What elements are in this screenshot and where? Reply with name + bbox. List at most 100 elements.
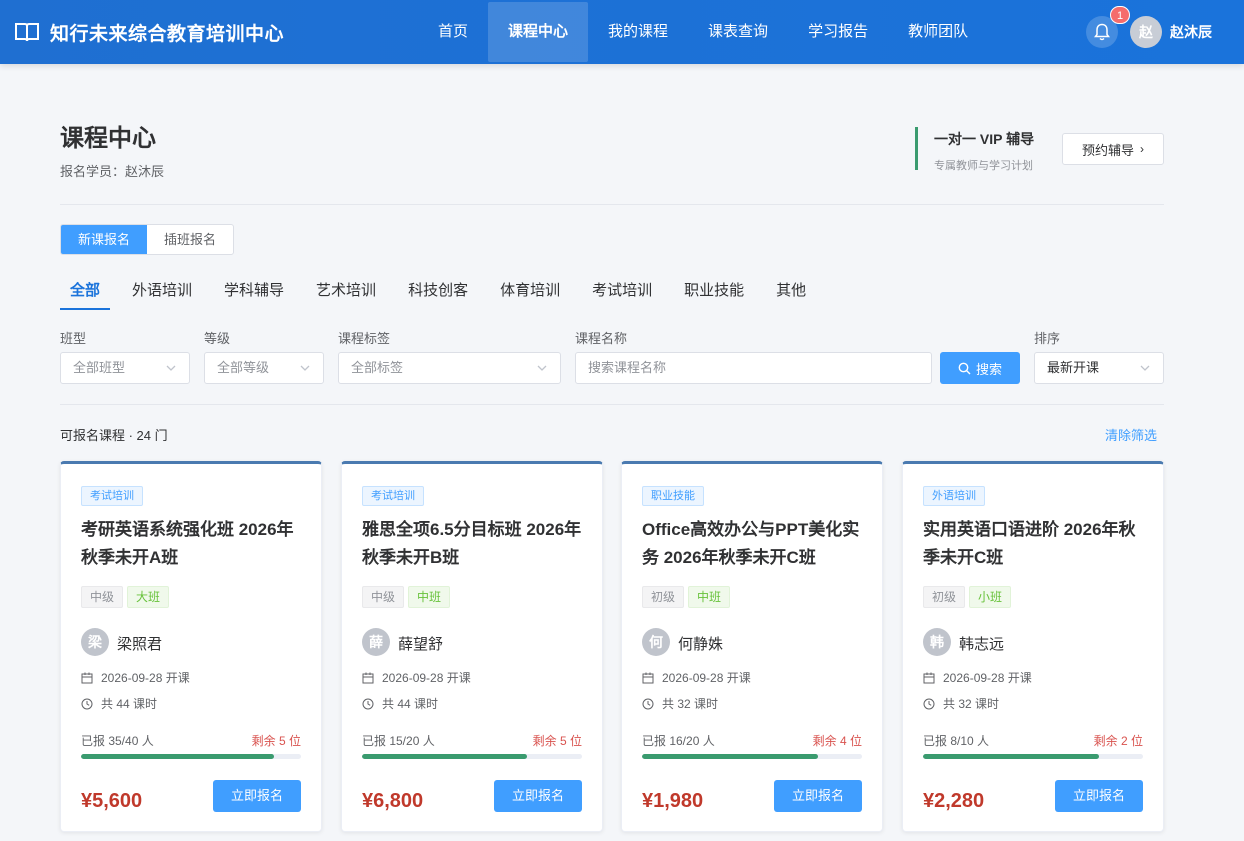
course-hours-row: 共 44 课时 <box>362 695 438 712</box>
course-category-tag: 职业技能 <box>642 486 704 506</box>
course-category-tag: 考试培训 <box>362 486 424 506</box>
category-tech[interactable]: 科技创客 <box>398 276 478 310</box>
tag-select[interactable]: 全部标签 <box>338 352 561 384</box>
main-nav: 首页 课程中心 我的课程 课表查询 学习报告 教师团队 <box>418 2 988 62</box>
calendar-icon <box>642 672 654 683</box>
nav-my-courses[interactable]: 我的课程 <box>588 2 688 62</box>
course-hours-row: 共 32 课时 <box>923 695 999 712</box>
category-all[interactable]: 全部 <box>60 276 111 310</box>
course-level-tag: 初级 <box>923 586 966 608</box>
sort-select[interactable]: 最新开课 <box>1034 352 1164 384</box>
nav-learning-report[interactable]: 学习报告 <box>788 2 888 62</box>
teacher-avatar: 何 <box>642 628 670 656</box>
course-name[interactable]: 雅思全项6.5分目标班 2026年秋季未开B班 <box>362 516 586 572</box>
course-name[interactable]: 考研英语系统强化班 2026年秋季未开A班 <box>81 516 305 572</box>
enrollment-progress-fill <box>923 754 1099 759</box>
nav-teachers[interactable]: 教师团队 <box>888 2 988 62</box>
clock-icon <box>362 698 374 709</box>
start-date: 2026-09-28 开课 <box>382 671 471 685</box>
enroll-now-button[interactable]: 立即报名 <box>1055 780 1143 812</box>
nav-schedule[interactable]: 课表查询 <box>688 2 788 62</box>
notification-badge: 1 <box>1110 6 1130 24</box>
nav-course-center[interactable]: 课程中心 <box>488 2 589 62</box>
class-size-tag: 大班 <box>127 586 170 608</box>
class-type-label: 班型 <box>60 331 87 346</box>
brand[interactable]: 知行未来综合教育培训中心 <box>14 18 284 46</box>
chevron-down-icon <box>166 365 176 371</box>
course-card[interactable]: 考试培训 雅思全项6.5分目标班 2026年秋季未开B班 中级 中班 薛 薛望舒… <box>341 461 603 832</box>
level-label: 等级 <box>204 331 231 346</box>
course-category-tag: 外语培训 <box>923 486 985 506</box>
nav-home[interactable]: 首页 <box>418 2 488 62</box>
clock-icon <box>923 698 935 709</box>
course-card[interactable]: 职业技能 Office高效办公与PPT美化实务 2026年秋季未开C班 初级 中… <box>621 461 883 832</box>
category-vocational[interactable]: 职业技能 <box>674 276 754 310</box>
teacher-avatar: 韩 <box>923 628 951 656</box>
clock-icon <box>642 698 654 709</box>
brand-title: 知行未来综合教育培训中心 <box>50 23 285 45</box>
chevron-down-icon <box>1140 365 1150 371</box>
user-avatar[interactable]: 赵 <box>1130 16 1162 48</box>
category-art[interactable]: 艺术培训 <box>306 276 386 310</box>
sort-value: 最新开课 <box>1047 360 1100 375</box>
enrollment-progress <box>923 754 1143 759</box>
tag-value: 全部标签 <box>351 360 404 375</box>
vip-title: 一对一 VIP 辅导 <box>934 131 1035 147</box>
category-subject[interactable]: 学科辅导 <box>214 276 294 310</box>
category-tabs: 全部 外语培训 学科辅导 艺术培训 科技创客 体育培训 考试培训 职业技能 其他 <box>60 276 828 310</box>
category-other[interactable]: 其他 <box>766 276 816 310</box>
start-date: 2026-09-28 开课 <box>662 671 751 685</box>
page-title: 课程中心 <box>60 125 156 152</box>
course-name-placeholder: 搜索课程名称 <box>588 360 667 375</box>
result-count: 可报名课程 · 24 门 <box>60 428 168 443</box>
level-select[interactable]: 全部等级 <box>204 352 324 384</box>
class-type-select[interactable]: 全部班型 <box>60 352 190 384</box>
chevron-down-icon <box>300 365 310 371</box>
enrolled-count: 已报 16/20 人 <box>642 734 715 748</box>
teacher-avatar: 梁 <box>81 628 109 656</box>
clock-icon <box>81 698 93 709</box>
search-button[interactable]: 搜索 <box>940 352 1020 384</box>
tag-label: 课程标签 <box>338 331 391 346</box>
course-name[interactable]: 实用英语口语进阶 2026年秋季未开C班 <box>923 516 1147 572</box>
course-hours-row: 共 32 课时 <box>642 695 718 712</box>
category-sports[interactable]: 体育培训 <box>490 276 570 310</box>
clear-filters-link[interactable]: 清除筛选 <box>1105 425 1157 444</box>
enroll-type-toggle: 新课报名 插班报名 <box>60 224 234 255</box>
start-date: 2026-09-28 开课 <box>101 671 190 685</box>
tab-transfer-enrollment[interactable]: 插班报名 <box>147 225 233 254</box>
tab-new-enrollment[interactable]: 新课报名 <box>61 225 147 254</box>
remaining-seats: 剩余 5 位 <box>251 734 301 748</box>
enroll-now-button[interactable]: 立即报名 <box>774 780 862 812</box>
teacher-name: 何静姝 <box>678 636 724 653</box>
book-tutoring-button[interactable]: 预约辅导 › <box>1062 133 1164 165</box>
class-size-tag: 小班 <box>969 586 1012 608</box>
start-date-row: 2026-09-28 开课 <box>362 669 471 686</box>
calendar-icon <box>81 672 93 683</box>
course-name[interactable]: Office高效办公与PPT美化实务 2026年秋季未开C班 <box>642 516 866 572</box>
remaining-seats: 剩余 4 位 <box>812 734 862 748</box>
bell-icon <box>1094 23 1110 41</box>
course-card[interactable]: 外语培训 实用英语口语进阶 2026年秋季未开C班 初级 小班 韩 韩志远 20… <box>902 461 1164 832</box>
course-hours-row: 共 44 课时 <box>81 695 157 712</box>
class-size-tag: 中班 <box>688 586 731 608</box>
enrollment-progress-fill <box>642 754 818 759</box>
enroll-now-button[interactable]: 立即报名 <box>494 780 582 812</box>
enrollment-progress <box>362 754 582 759</box>
category-exam[interactable]: 考试培训 <box>582 276 662 310</box>
start-date-row: 2026-09-28 开课 <box>81 669 190 686</box>
course-hours: 共 32 课时 <box>943 697 1000 711</box>
course-name-input[interactable]: 搜索课程名称 <box>575 352 932 384</box>
enrolled-count: 已报 15/20 人 <box>362 734 435 748</box>
level-value: 全部等级 <box>217 360 270 375</box>
remaining-seats: 剩余 5 位 <box>532 734 582 748</box>
user-name[interactable]: 赵沐辰 <box>1170 22 1212 42</box>
chevron-right-icon: › <box>1140 142 1144 156</box>
course-card[interactable]: 考试培训 考研英语系统强化班 2026年秋季未开A班 中级 大班 梁 梁照君 2… <box>60 461 322 832</box>
enroll-now-button[interactable]: 立即报名 <box>213 780 301 812</box>
category-language[interactable]: 外语培训 <box>122 276 202 310</box>
course-price: ¥5,600 <box>81 790 143 812</box>
page-subtitle: 报名学员：赵沐辰 <box>60 164 165 179</box>
class-type-value: 全部班型 <box>73 360 126 375</box>
divider <box>60 404 1164 405</box>
